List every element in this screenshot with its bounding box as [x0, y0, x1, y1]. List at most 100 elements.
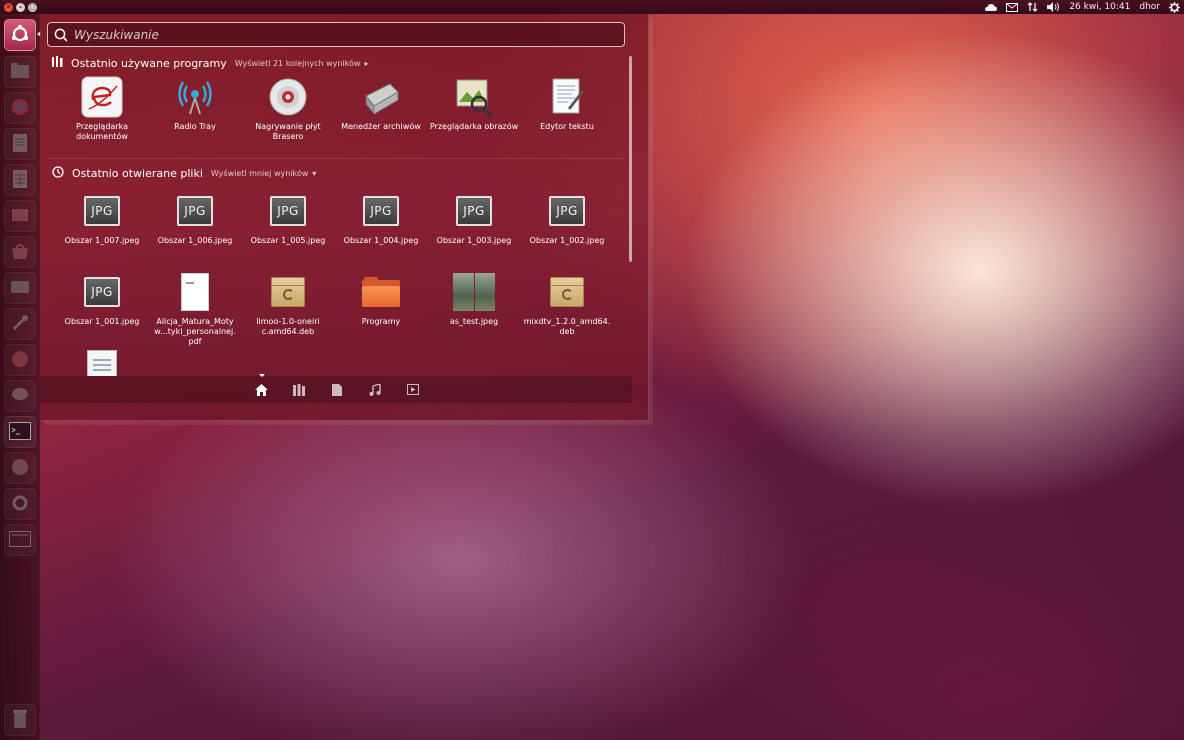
app-text-editor[interactable]: Edytor tekstu	[521, 76, 613, 132]
clock-icon	[52, 166, 64, 181]
app-brasero[interactable]: Nagrywanie płyt Brasero	[242, 76, 334, 142]
photo-thumbnail-icon	[453, 271, 495, 313]
jpg-badge: JPG	[270, 196, 306, 226]
deb-package-icon	[546, 271, 588, 313]
drive-icon	[10, 280, 30, 297]
folder-item[interactable]: Programy	[335, 271, 427, 327]
minimize-button[interactable]: –	[16, 2, 25, 12]
network-icon[interactable]	[1027, 2, 1038, 12]
section-divider	[48, 158, 624, 159]
launcher-gear-settings[interactable]	[4, 488, 36, 520]
image-viewer-icon	[453, 76, 495, 118]
launcher-calc[interactable]	[4, 164, 36, 196]
date-time[interactable]: 26 kwi, 10:41	[1069, 2, 1130, 12]
launcher-files[interactable]	[4, 56, 36, 88]
home-lens-icon[interactable]	[254, 373, 268, 397]
jpg-badge: JPG	[549, 196, 585, 226]
file-item[interactable]: JPG Obszar 1_005.jpeg	[242, 190, 334, 246]
system-settings-icon	[10, 313, 30, 336]
launcher-pidgin[interactable]	[4, 452, 36, 484]
file-item[interactable]: as_test.jpeg	[428, 271, 520, 327]
files-less-label: Wyświetl mniej wyników	[210, 169, 309, 178]
file-item[interactable]: JPG Obszar 1_006.jpeg	[149, 190, 241, 246]
jpg-file-icon: JPG	[453, 190, 495, 232]
jpg-file-icon: JPG	[360, 190, 402, 232]
archive-manager-icon	[360, 76, 402, 118]
app-label: Radio Tray	[174, 122, 216, 131]
file-label: Obszar 1_003.jpeg	[436, 236, 512, 245]
file-item[interactable]: limoo-1.0-oneiric.amd64.deb	[242, 271, 334, 337]
folder-icon	[360, 271, 402, 313]
jpg-file-icon: JPG	[267, 190, 309, 232]
app-image-viewer[interactable]: Przeglądarka obrazów	[428, 76, 520, 132]
file-label: Programy	[361, 317, 401, 326]
terminal-icon	[9, 421, 31, 443]
launcher-software-center[interactable]	[4, 236, 36, 268]
files-less-link[interactable]: Wyświetl mniej wyników ▾	[211, 169, 316, 178]
results-scrollbar[interactable]	[629, 56, 632, 262]
files-icon	[10, 62, 30, 82]
app-radio-tray[interactable]: Radio Tray	[149, 76, 241, 132]
launcher-workspaces[interactable]	[4, 524, 36, 556]
user-name[interactable]: dhor	[1139, 2, 1160, 12]
app-archive-manager[interactable]: Menedżer archiwów	[335, 76, 427, 132]
dash-home-button[interactable]	[4, 19, 36, 51]
pdf-file-icon	[174, 271, 216, 313]
launcher-firefox[interactable]	[4, 92, 36, 124]
applications-lens-icon[interactable]	[292, 383, 306, 397]
app-label: Nagrywanie płyt Brasero	[255, 122, 321, 141]
disc-burner-icon	[267, 76, 309, 118]
session-gear-icon[interactable]	[1169, 1, 1180, 13]
launcher-trash[interactable]	[4, 704, 36, 736]
launcher-drive[interactable]	[4, 272, 36, 304]
text-file-icon	[81, 350, 123, 376]
dropbox-icon[interactable]	[985, 3, 998, 12]
indicator-tray: 26 kwi, 10:41 dhor	[985, 1, 1180, 13]
search-input[interactable]	[74, 27, 614, 42]
file-item-partial[interactable]	[56, 350, 148, 376]
firefox-icon	[10, 97, 30, 120]
mail-icon[interactable]	[1006, 2, 1019, 12]
trash-icon	[12, 709, 28, 732]
launcher-audio-app[interactable]	[4, 344, 36, 376]
file-item[interactable]: JPG Obszar 1_001.jpeg	[56, 271, 148, 327]
file-item[interactable]: JPG Obszar 1_003.jpeg	[428, 190, 520, 246]
music-lens-icon[interactable]	[368, 383, 382, 397]
app-document-viewer[interactable]: Przeglądarka dokumentów	[56, 76, 148, 142]
software-center-icon	[10, 242, 30, 263]
file-item[interactable]: JPG Obszar 1_007.jpeg	[56, 190, 148, 246]
file-item[interactable]: Alicja_Matura_Motyw...tyki_personalnej.p…	[149, 271, 241, 347]
video-lens-icon[interactable]	[406, 383, 420, 397]
launcher-system-settings[interactable]	[4, 308, 36, 340]
search-box[interactable]	[47, 22, 625, 47]
jpg-badge: JPG	[84, 196, 120, 226]
launcher-writer[interactable]	[4, 128, 36, 160]
jpg-badge: JPG	[177, 196, 213, 226]
launcher-chat[interactable]	[4, 380, 36, 412]
jpg-badge: JPG	[363, 196, 399, 226]
document-viewer-icon	[81, 76, 123, 118]
launcher-terminal[interactable]	[4, 416, 36, 448]
impress-icon	[11, 206, 29, 227]
close-dash-button[interactable]: ✕	[4, 2, 13, 12]
file-item[interactable]: mixdtv_1.2.0_amd64.deb	[521, 271, 613, 337]
files-lens-icon[interactable]	[330, 383, 344, 397]
chevron-right-icon: ▸	[364, 58, 369, 68]
file-label: Obszar 1_005.jpeg	[250, 236, 326, 245]
workspaces-icon	[9, 530, 31, 550]
file-label: Obszar 1_007.jpeg	[64, 236, 140, 245]
ubuntu-logo-icon	[10, 24, 30, 47]
apps-section-header: Ostatnio używane programy Wyświetl 21 ko…	[52, 56, 368, 70]
volume-icon[interactable]	[1047, 2, 1060, 12]
file-item[interactable]: JPG Obszar 1_002.jpeg	[521, 190, 613, 246]
maximize-button[interactable]: ▢	[28, 2, 37, 12]
pidgin-icon	[10, 457, 30, 480]
file-item[interactable]: JPG Obszar 1_004.jpeg	[335, 190, 427, 246]
launcher-impress[interactable]	[4, 200, 36, 232]
chat-icon	[10, 386, 30, 407]
apps-more-link[interactable]: Wyświetl 21 kolejnych wyników ▸	[235, 59, 369, 68]
lens-bar	[40, 373, 632, 403]
jpg-file-icon: JPG	[81, 190, 123, 232]
text-editor-icon	[546, 76, 588, 118]
file-label: Obszar 1_006.jpeg	[157, 236, 233, 245]
